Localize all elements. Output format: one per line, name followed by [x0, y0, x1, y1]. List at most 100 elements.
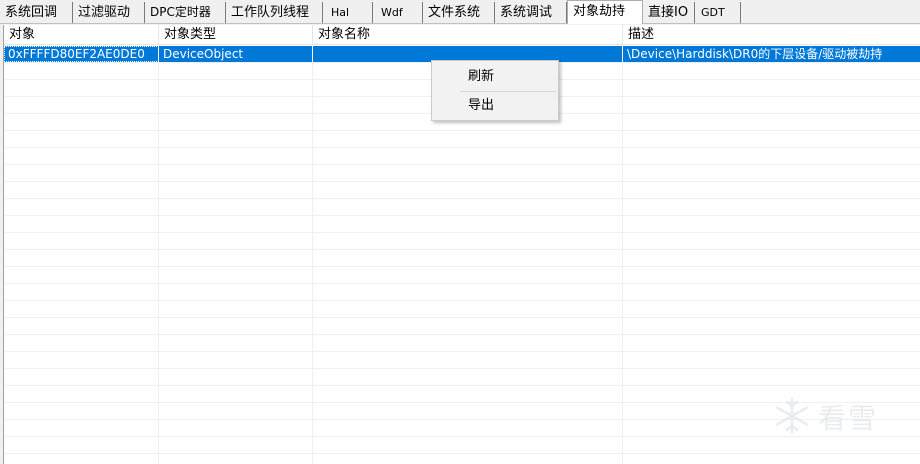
empty-row: [4, 454, 920, 464]
empty-cell: [159, 454, 313, 464]
empty-cell: [623, 437, 920, 453]
empty-cell: [313, 199, 623, 215]
empty-cell: [4, 216, 159, 232]
empty-cell: [4, 318, 159, 334]
tab-work-queue-thread[interactable]: 工作队列线程: [226, 2, 323, 23]
watermark: 看雪: [772, 395, 912, 439]
empty-cell: [4, 182, 159, 198]
snowflake-icon: [772, 396, 812, 439]
tab-dpc-timer[interactable]: DPC定时器: [145, 2, 226, 23]
empty-row: [4, 165, 920, 182]
empty-cell: [623, 182, 920, 198]
empty-row: [4, 233, 920, 250]
empty-cell: [4, 63, 159, 79]
table-header: 对象 对象类型 对象名称 描述: [4, 25, 920, 45]
empty-row: [4, 335, 920, 352]
tab-direct-io[interactable]: 直接IO: [643, 2, 695, 23]
cell-object: 0xFFFFD80EF2AE0DE0: [4, 46, 159, 62]
empty-cell: [159, 284, 313, 300]
empty-row: [4, 318, 920, 335]
empty-cell: [159, 216, 313, 232]
empty-cell: [159, 182, 313, 198]
tab-wdf[interactable]: Wdf: [373, 2, 423, 23]
empty-cell: [159, 403, 313, 419]
empty-row: [4, 284, 920, 301]
empty-cell: [159, 335, 313, 351]
empty-cell: [159, 437, 313, 453]
tab-gdt[interactable]: GDT: [695, 2, 741, 23]
empty-cell: [4, 199, 159, 215]
empty-row: [4, 301, 920, 318]
cell-object-type: DeviceObject: [159, 46, 313, 62]
empty-cell: [313, 250, 623, 266]
empty-cell: [623, 250, 920, 266]
empty-cell: [313, 165, 623, 181]
empty-cell: [313, 216, 623, 232]
empty-cell: [4, 250, 159, 266]
empty-cell: [313, 454, 623, 464]
empty-cell: [4, 403, 159, 419]
empty-cell: [159, 420, 313, 436]
tab-system-debug[interactable]: 系统调试: [495, 2, 567, 23]
empty-cell: [623, 148, 920, 164]
empty-row: [4, 148, 920, 165]
tab-hal[interactable]: Hal: [323, 2, 373, 23]
empty-cell: [313, 318, 623, 334]
empty-cell: [313, 301, 623, 317]
empty-cell: [159, 114, 313, 130]
tab-strip: 系统回调 过滤驱动 DPC定时器 工作队列线程 Hal Wdf 文件系统 系统调…: [0, 0, 920, 24]
empty-cell: [159, 80, 313, 96]
empty-row: [4, 369, 920, 386]
empty-cell: [313, 182, 623, 198]
empty-cell: [623, 216, 920, 232]
empty-cell: [159, 199, 313, 215]
empty-cell: [313, 284, 623, 300]
empty-cell: [159, 148, 313, 164]
tab-filter-driver[interactable]: 过滤驱动: [73, 2, 145, 23]
empty-cell: [623, 284, 920, 300]
tab-object-hijack[interactable]: 对象劫持: [567, 0, 643, 24]
empty-cell: [313, 131, 623, 147]
empty-cell: [4, 267, 159, 283]
empty-cell: [623, 131, 920, 147]
empty-cell: [313, 267, 623, 283]
empty-cell: [623, 267, 920, 283]
empty-cell: [4, 148, 159, 164]
context-menu: 刷新 导出: [431, 60, 559, 121]
empty-cell: [159, 301, 313, 317]
empty-cell: [159, 63, 313, 79]
menu-item-refresh[interactable]: 刷新: [432, 64, 558, 90]
empty-cell: [313, 148, 623, 164]
empty-cell: [159, 97, 313, 113]
app-window: 系统回调 过滤驱动 DPC定时器 工作队列线程 Hal Wdf 文件系统 系统调…: [0, 0, 920, 464]
empty-cell: [623, 352, 920, 368]
empty-cell: [313, 420, 623, 436]
empty-row: [4, 352, 920, 369]
empty-cell: [313, 386, 623, 402]
menu-item-export[interactable]: 导出: [432, 93, 558, 119]
empty-cell: [159, 318, 313, 334]
tab-file-system[interactable]: 文件系统: [423, 2, 495, 23]
empty-cell: [623, 199, 920, 215]
empty-cell: [313, 352, 623, 368]
tab-system-callback[interactable]: 系统回调: [0, 2, 73, 23]
empty-cell: [313, 233, 623, 249]
empty-cell: [623, 369, 920, 385]
empty-cell: [4, 386, 159, 402]
empty-cell: [623, 97, 920, 113]
empty-cell: [4, 165, 159, 181]
empty-cell: [159, 165, 313, 181]
empty-cell: [623, 233, 920, 249]
empty-cell: [4, 80, 159, 96]
empty-cell: [623, 454, 920, 464]
empty-cell: [159, 369, 313, 385]
column-header-object-type[interactable]: 对象类型: [159, 25, 313, 44]
column-header-object-name[interactable]: 对象名称: [313, 25, 623, 44]
column-header-object[interactable]: 对象: [4, 25, 159, 44]
empty-row: [4, 437, 920, 454]
cell-description: \Device\Harddisk\DR0的下层设备/驱动被劫持: [623, 46, 920, 62]
empty-cell: [4, 301, 159, 317]
column-header-description[interactable]: 描述: [623, 25, 920, 44]
empty-row: [4, 216, 920, 233]
empty-cell: [159, 386, 313, 402]
